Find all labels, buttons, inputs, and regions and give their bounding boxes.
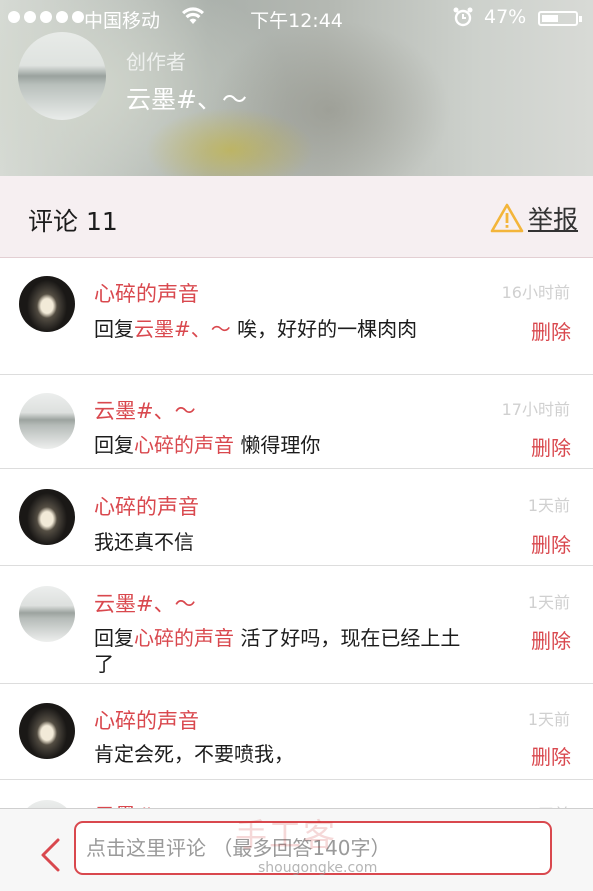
watermark-logo: 手工客 xyxy=(235,816,338,854)
battery-icon xyxy=(538,11,582,26)
author-name[interactable]: 云墨#、～ xyxy=(126,80,247,116)
delete-button[interactable]: 删除 xyxy=(531,529,571,558)
comment-item[interactable]: 心碎的声音 1天前 我还真不信 删除 xyxy=(0,469,593,566)
comment-text: 回复心碎的声音 活了好吗，现在已经上土了 xyxy=(94,626,461,676)
comment-username[interactable]: 云墨#、～ xyxy=(94,395,196,425)
comment-time: 17小时前 xyxy=(501,400,570,419)
comment-username[interactable]: 心碎的声音 xyxy=(94,705,199,735)
comment-text: 肯定会死，不要喷我， xyxy=(94,742,294,766)
comment-time: 1天前 xyxy=(527,496,570,515)
report-label: 举报 xyxy=(528,205,579,234)
comments-count-title: 评论 11 xyxy=(28,207,118,236)
user-avatar[interactable] xyxy=(19,489,75,545)
comment-item[interactable]: 云墨#、～ 1天前 回复心碎的声音 活了好吗，现在已经上土了 删除 xyxy=(0,566,593,684)
report-button[interactable]: 举报 xyxy=(490,200,578,236)
comment-item[interactable]: 心碎的声音 16小时前 回复云墨#、～ 唉，好好的一棵肉肉 删除 xyxy=(0,258,593,375)
mention-link[interactable]: 云墨#、～ xyxy=(134,317,231,341)
comment-item[interactable]: 心碎的声音 1天前 肯定会死，不要喷我， 删除 xyxy=(0,684,593,780)
author-avatar[interactable] xyxy=(18,32,106,120)
back-arrow-icon[interactable] xyxy=(38,837,62,873)
alarm-icon xyxy=(452,6,474,33)
mention-link[interactable]: 心碎的声音 xyxy=(134,626,234,650)
comments-header: 评论 11 举报 xyxy=(0,176,593,258)
comment-time: 16小时前 xyxy=(501,283,570,302)
watermark-url: shougongke.com xyxy=(258,860,378,876)
comment-username[interactable]: 心碎的声音 xyxy=(94,278,199,308)
comment-time: 1天前 xyxy=(527,593,570,612)
status-bar: 中国移动 下午12:44 47% xyxy=(0,0,593,38)
comment-list: 心碎的声音 16小时前 回复云墨#、～ 唉，好好的一棵肉肉 删除 云墨#、～ 1… xyxy=(0,258,593,856)
delete-button[interactable]: 删除 xyxy=(531,741,571,770)
comment-text: 回复云墨#、～ 唉，好好的一棵肉肉 xyxy=(94,317,418,341)
comment-time: 1天前 xyxy=(527,710,570,729)
user-avatar[interactable] xyxy=(19,276,75,332)
comment-text: 我还真不信 xyxy=(94,530,194,554)
comment-username[interactable]: 云墨#、～ xyxy=(94,588,196,618)
delete-button[interactable]: 删除 xyxy=(531,432,571,461)
mention-link[interactable]: 心碎的声音 xyxy=(134,433,234,457)
delete-button[interactable]: 删除 xyxy=(531,316,571,345)
comment-text: 回复心碎的声音 懒得理你 xyxy=(94,433,321,457)
user-avatar[interactable] xyxy=(19,586,75,642)
comment-item[interactable]: 云墨#、～ 17小时前 回复心碎的声音 懒得理你 删除 xyxy=(0,375,593,469)
comment-username[interactable]: 心碎的声音 xyxy=(94,491,199,521)
warning-icon xyxy=(490,203,524,233)
delete-button[interactable]: 删除 xyxy=(531,625,571,654)
user-avatar[interactable] xyxy=(19,703,75,759)
user-avatar[interactable] xyxy=(19,393,75,449)
battery-percent: 47% xyxy=(484,6,527,28)
author-label: 创作者 xyxy=(126,50,186,74)
